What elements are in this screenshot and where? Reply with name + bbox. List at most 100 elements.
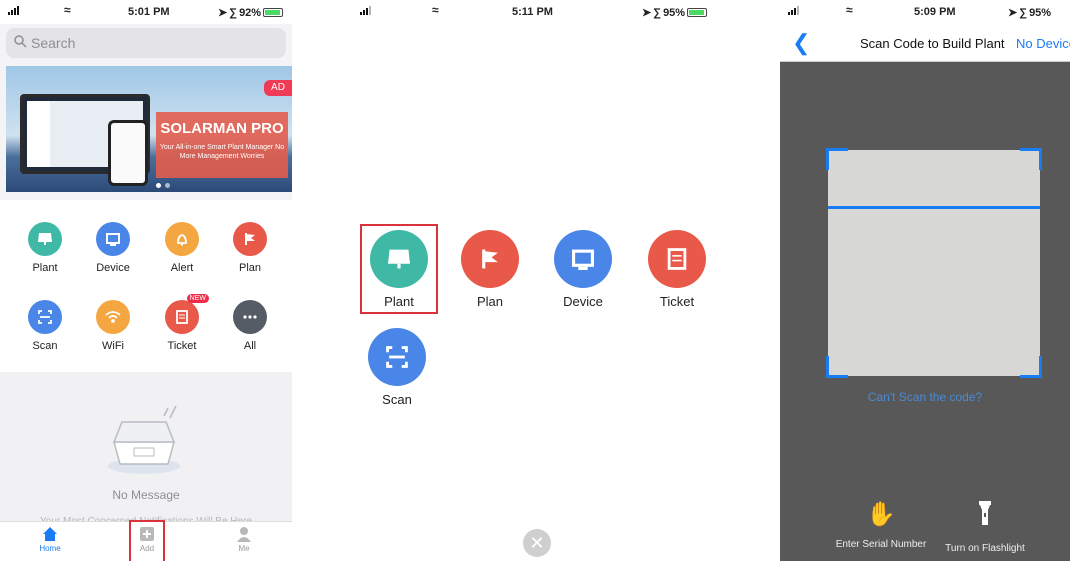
ticket-icon (648, 230, 706, 288)
grid-item-device[interactable]: Device (83, 222, 143, 274)
solar-panel-icon (370, 230, 428, 288)
battery-indicator: ➤ ∑ 95% (1008, 6, 1052, 20)
inbox-icon (108, 405, 180, 474)
cant-scan-link[interactable]: Can't Scan the code? (780, 390, 1070, 404)
grid-item-all[interactable]: All (220, 300, 280, 352)
tab-label: Add (139, 544, 155, 553)
battery-icon (687, 8, 708, 17)
tab-bar: Home Add Me (0, 520, 292, 561)
grid-label: WiFi (102, 340, 124, 352)
promo-subtitle: Your All-in-one Smart Plant Manager No M… (159, 144, 285, 160)
flag-icon (461, 230, 519, 288)
add-scan-button[interactable]: Scan (357, 328, 437, 407)
battery-percent: 95% (663, 6, 686, 19)
status-time: 5:11 PM (512, 6, 553, 18)
page-title: Scan Code to Build Plant (860, 36, 1005, 51)
promo-box: SOLARMAN PRO Your All-in-one Smart Plant… (156, 112, 288, 178)
more-icon (233, 300, 267, 334)
close-button[interactable]: ✕ (523, 529, 551, 557)
add-item-label: Device (563, 294, 603, 309)
nav-bar: ❮ Scan Code to Build Plant No Device (780, 24, 1070, 62)
close-icon: ✕ (529, 533, 545, 553)
add-menu-screen: ≈ 5:11 PM ➤ ∑ 95% Plant Plan Device Tick… (352, 0, 722, 561)
signal-icon (360, 6, 371, 15)
grid-label: Plant (32, 262, 58, 274)
add-item-label: Plan (476, 294, 504, 309)
tab-label: Me (238, 544, 250, 553)
no-device-button[interactable]: No Device (1016, 36, 1070, 51)
location-icon: ➤ (1008, 7, 1018, 19)
battery-percent: 95% (1029, 6, 1052, 19)
viewfinder-corner (826, 356, 848, 378)
add-plant-button[interactable]: Plant (359, 230, 439, 309)
solar-panel-icon (28, 222, 62, 256)
promo-title: SOLARMAN PRO (160, 120, 284, 137)
grid-item-alert[interactable]: Alert (152, 222, 212, 274)
grid-item-scan[interactable]: Scan (15, 300, 75, 352)
carousel-dots[interactable] (156, 183, 170, 188)
grid-item-ticket[interactable]: NEW Ticket (152, 294, 212, 352)
scan-icon (368, 328, 426, 386)
scan-code-screen: ≈ 5:09 PM ➤ ∑ 95% ❮ Scan Code to Build P… (780, 0, 1070, 561)
bluetooth-icon: ∑ (653, 6, 662, 19)
add-item-label: Scan (382, 392, 412, 407)
tab-add[interactable]: Add (117, 520, 177, 561)
tab-me[interactable]: Me (214, 526, 274, 553)
grid-label: Plan (238, 262, 262, 274)
search-placeholder: Search (31, 35, 76, 51)
search-input[interactable]: Search (6, 28, 286, 58)
grid-item-plan[interactable]: Plan (220, 222, 280, 274)
ticket-icon: NEW (165, 294, 209, 334)
viewfinder-corner (1020, 356, 1042, 378)
status-time: 5:09 PM (914, 6, 956, 18)
signal-icon (8, 6, 19, 15)
status-bar: ≈ 5:01 PM ➤ ∑ 92% (0, 0, 292, 24)
location-icon: ➤ (642, 7, 652, 19)
viewfinder-corner (1020, 148, 1042, 170)
flag-icon (233, 222, 267, 256)
add-device-button[interactable]: Device (543, 230, 623, 309)
scan-viewfinder (828, 150, 1040, 376)
device-icon (96, 222, 130, 256)
bluetooth-icon: ∑ (229, 6, 238, 19)
grid-label: Alert (170, 262, 194, 274)
battery-indicator: ➤ ∑ 92% (218, 6, 284, 19)
enter-serial-button[interactable]: ✋ Enter Serial Number (826, 500, 936, 550)
ad-badge: AD (264, 80, 292, 96)
tab-home[interactable]: Home (20, 526, 80, 553)
chevron-left-icon: ❮ (792, 30, 811, 55)
wifi-status-icon: ≈ (846, 3, 853, 17)
battery-percent: 92% (239, 6, 262, 19)
add-plan-button[interactable]: Plan (450, 230, 530, 309)
scan-line (828, 206, 1040, 209)
phone-image (108, 120, 148, 186)
status-time: 5:01 PM (128, 6, 170, 18)
battery-indicator: ➤ ∑ 95% (642, 6, 708, 19)
promo-banner[interactable]: AD SOLARMAN PRO Your All-in-one Smart Pl… (6, 66, 292, 192)
battery-icon (263, 8, 284, 17)
grid-label: Device (96, 262, 130, 274)
back-button[interactable]: ❮ (792, 30, 810, 56)
home-screen: ≈ 5:01 PM ➤ ∑ 92% Search AD SOLARMAN PRO… (0, 0, 292, 561)
flashlight-button[interactable]: Turn on Flashlight (930, 500, 1040, 554)
grid-label: Scan (32, 340, 58, 352)
message-area: No Message Your Most Concerned Notificat… (0, 372, 292, 527)
grid-item-plant[interactable]: Plant (15, 222, 75, 274)
wifi-status-icon: ≈ (64, 3, 71, 17)
add-item-label: Ticket (659, 294, 695, 309)
search-icon (14, 35, 27, 51)
feature-grid: Plant Device Alert Plan Scan WiFi NEW Ti… (0, 200, 292, 372)
add-ticket-button[interactable]: Ticket (637, 230, 717, 309)
wifi-status-icon: ≈ (432, 3, 439, 17)
status-bar: ≈ 5:09 PM ➤ ∑ 95% (780, 0, 1070, 24)
add-item-label: Plant (384, 294, 414, 309)
bluetooth-icon: ∑ (1019, 6, 1028, 19)
new-badge: NEW (186, 294, 209, 303)
viewfinder-corner (826, 148, 848, 170)
bell-icon (165, 222, 199, 256)
user-icon (237, 527, 251, 542)
tab-label: Home (39, 544, 61, 553)
grid-item-wifi[interactable]: WiFi (83, 300, 143, 352)
device-icon (554, 230, 612, 288)
status-bar: ≈ 5:11 PM ➤ ∑ 95% (352, 0, 722, 24)
